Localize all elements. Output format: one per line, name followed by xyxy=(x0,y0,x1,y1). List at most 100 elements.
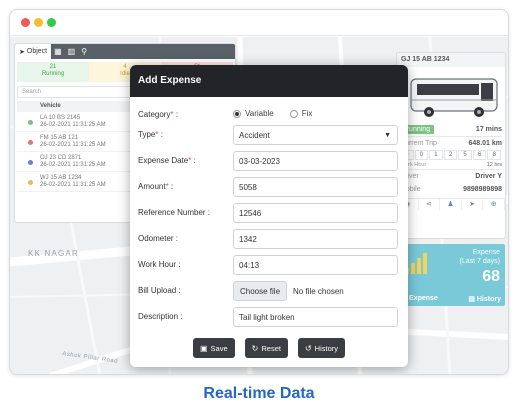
amount-input[interactable]: 5058 xyxy=(233,177,398,197)
mobile-value: 9898989898 xyxy=(463,186,502,193)
expense-date-label: Expense Date* : xyxy=(138,156,196,165)
odometer-digit: 8 xyxy=(487,150,502,160)
expense-date-input[interactable]: 03-03-2023 xyxy=(233,151,398,171)
odometer-digit: 5 xyxy=(458,150,472,160)
close-window-button[interactable] xyxy=(21,18,30,27)
reset-button[interactable]: ↻ Reset xyxy=(244,338,288,358)
odometer-display: 0 0 1 2 5 6 8 xyxy=(400,150,502,160)
odometer-digit: 6 xyxy=(472,150,487,160)
vehicle-detail-card: GJ 15 AB 1234 Running 17 mins Current Tr… xyxy=(396,52,506,239)
work-hour-value: 12 hrs xyxy=(486,161,502,168)
expense-date-row: Expense Date* : 03-03-2023 xyxy=(138,151,400,171)
tab-list-icon[interactable]: ▦ xyxy=(51,44,65,59)
radio-unchecked-icon xyxy=(289,109,298,118)
category-variable-radio[interactable]: Variable xyxy=(233,109,274,118)
no-file-text: No file chosen xyxy=(293,286,344,296)
expense-chart-icon xyxy=(405,252,431,274)
odometer-row: Odometer : 1342 xyxy=(138,229,400,249)
description-input[interactable]: Tail light broken xyxy=(233,307,398,327)
category-label: Category* : xyxy=(138,110,179,119)
description-label: Description : xyxy=(138,312,183,321)
running-duration: 17 mins xyxy=(475,125,502,133)
category-row: Category* : Variable Fix xyxy=(138,105,400,125)
expense-widget-title-line2: (Last 7 days) xyxy=(459,258,500,265)
share-icon[interactable]: ⋖ xyxy=(419,199,441,210)
description-row: Description : Tail light broken xyxy=(138,307,400,327)
maximize-window-button[interactable] xyxy=(47,18,56,27)
status-running-label: Running xyxy=(41,71,65,77)
bill-upload-control: Choose file No file chosen xyxy=(233,281,344,301)
mobile-row: Mobile 9898989898 xyxy=(397,183,505,196)
expense-history-link[interactable]: ▤ History xyxy=(468,295,501,303)
reference-input[interactable]: 12546 xyxy=(233,203,398,223)
expense-count: 68 xyxy=(482,268,500,285)
vehicle-status-dot xyxy=(28,180,33,185)
type-select-value: Accident xyxy=(239,131,270,140)
reset-button-label: Reset xyxy=(261,343,281,353)
category-radio-group: Variable Fix xyxy=(233,109,328,118)
save-icon: ▣ xyxy=(199,343,208,353)
work-hour-form-label: Work Hour : xyxy=(138,260,181,269)
odometer-digit: 1 xyxy=(429,150,443,160)
category-variable-label: Variable xyxy=(245,109,274,118)
expense-widget-title-line1: Expense xyxy=(472,249,500,256)
category-fix-label: Fix xyxy=(301,109,313,118)
expense-widget-title: Expense (Last 7 days) xyxy=(460,248,500,266)
type-select[interactable]: Accident ▼ xyxy=(233,125,398,145)
driver-row: Driver Driver Y xyxy=(397,170,505,183)
type-label: Type* : xyxy=(138,130,163,139)
history-button-label: History xyxy=(314,343,338,353)
reset-icon: ↻ xyxy=(251,343,259,353)
minimize-window-button[interactable] xyxy=(34,18,43,27)
navigation-icon[interactable]: ➤ xyxy=(462,199,484,210)
expense-history-label: History xyxy=(476,296,501,303)
current-trip-value: 648.01 km xyxy=(468,140,502,147)
odometer-digit: 2 xyxy=(443,150,458,160)
status-running-count: 21 xyxy=(49,64,57,70)
reference-row: Reference Number : 12546 xyxy=(138,203,400,223)
user-icon[interactable]: ♟ xyxy=(440,199,462,210)
bill-upload-label: Bill Upload : xyxy=(138,286,181,295)
vehicle-status-dot xyxy=(28,120,33,125)
vehicle-card-title: GJ 15 AB 1234 xyxy=(397,53,505,67)
odometer-label: Odometer : xyxy=(138,234,179,243)
tab-grid-icon[interactable]: ▥ xyxy=(65,44,79,59)
radio-checked-icon xyxy=(233,109,241,118)
tab-object-label: Object xyxy=(26,48,48,55)
navigation-arrow-icon: ➤ xyxy=(19,48,25,56)
odometer-input[interactable]: 1342 xyxy=(233,229,398,249)
amount-label: Amount* : xyxy=(138,182,174,191)
reference-label: Reference Number : xyxy=(138,208,211,217)
app-window: KK NAGAR Ashok Pillar Road ➤ Object ▦ ▥ … xyxy=(9,9,509,375)
vehicle-status-dot xyxy=(28,160,33,165)
object-panel-tabs: ➤ Object ▦ ▥ ⚲ xyxy=(15,44,235,59)
expense-widget: Expense (Last 7 days) 68 + Expense ▤ His… xyxy=(399,244,505,306)
work-hour-form-row: Work Hour : 04:13 xyxy=(138,255,400,275)
save-button[interactable]: ▣ Save xyxy=(192,338,235,358)
caret-down-icon: ▼ xyxy=(384,132,391,139)
work-hour-input[interactable]: 04:13 xyxy=(233,255,398,275)
zoom-icon[interactable]: ⊕ xyxy=(483,199,505,210)
work-hour-row: Work Hour 12 hrs xyxy=(397,160,505,169)
type-row: Type* : Accident ▼ xyxy=(138,125,400,145)
bus-image xyxy=(397,67,505,122)
category-fix-radio[interactable]: Fix xyxy=(289,109,313,118)
vehicle-status-dot xyxy=(28,140,33,145)
tab-object[interactable]: ➤ Object xyxy=(15,44,52,59)
choose-file-button[interactable]: Choose file xyxy=(233,281,288,301)
expense-widget-links: + Expense ▤ History xyxy=(403,295,501,303)
current-trip-row: Current Trip 648.01 km xyxy=(397,137,505,150)
history-button[interactable]: ↺ History xyxy=(297,338,345,358)
caption: Real-time Data xyxy=(203,385,315,402)
add-expense-modal: Add Expense Category* : Variable Fix Typ… xyxy=(130,65,408,367)
vehicle-action-bar: ◉ ⋖ ♟ ➤ ⊕ xyxy=(397,198,505,210)
window-titlebar xyxy=(10,10,508,36)
odometer-digit: 0 xyxy=(414,150,429,160)
tab-hierarchy-icon[interactable]: ⚲ xyxy=(78,44,90,59)
document-icon: ▤ xyxy=(468,296,477,303)
bus-icon xyxy=(410,78,498,117)
status-running[interactable]: 21 Running xyxy=(17,62,89,82)
bill-upload-row: Bill Upload : Choose file No file chosen xyxy=(138,281,400,301)
driver-value: Driver Y xyxy=(475,173,502,180)
add-expense-link[interactable]: + Expense xyxy=(403,295,438,303)
